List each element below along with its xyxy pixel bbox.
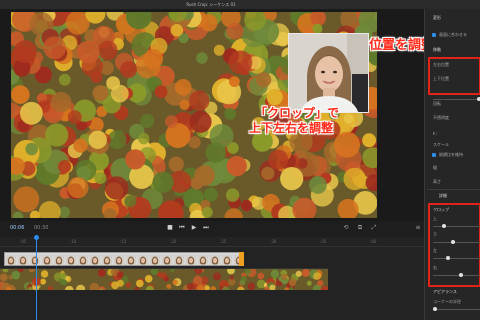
step-forward-icon[interactable]: ⏭	[202, 224, 210, 232]
corner-slider[interactable]	[433, 307, 480, 311]
menu-icon[interactable]: ≡	[414, 224, 422, 231]
crop-bottom-slider[interactable]	[433, 240, 480, 244]
crop-top-knob[interactable]	[441, 224, 446, 228]
crop-right-label: 右	[433, 265, 437, 270]
portrait-clip[interactable]	[4, 252, 243, 266]
field-pos-y-label: 上下位置	[433, 76, 449, 81]
field-opacity-label: 不透明度	[433, 115, 449, 120]
picture-in-picture-overlay[interactable]	[288, 33, 369, 113]
crop-top-label: 上	[433, 216, 437, 221]
snapshot-icon[interactable]: ⧉	[356, 224, 364, 232]
ruler-tick: :25	[220, 239, 227, 244]
fit-checkbox-label: 画面に合わせる	[439, 32, 467, 37]
field-height-label: 高さ	[433, 179, 441, 184]
crop-bottom-knob[interactable]	[450, 240, 455, 244]
video-viewer[interactable]	[0, 9, 424, 221]
playhead-handle[interactable]	[34, 235, 39, 240]
field-corner-label: コーナーの半径	[433, 299, 461, 304]
section-move: 移動	[433, 47, 441, 52]
woman-portrait-image	[289, 34, 368, 112]
ruler-tick: :05	[20, 239, 27, 244]
timeline-ruler[interactable]: :05 :10 :15 :20 :25 :30 :35 :40	[0, 237, 424, 247]
align-icons[interactable]: ⫴ ⫶	[433, 131, 437, 136]
section-detail: 詳細	[439, 193, 447, 198]
current-timecode: 00:06	[10, 225, 25, 231]
field-rotate-label: 回転	[433, 101, 441, 106]
loop-icon[interactable]: ⟲	[342, 224, 350, 231]
crop-bottom-label: 下	[433, 232, 437, 237]
annotation-crop-line2: 上下左右を調整	[249, 121, 334, 135]
window-titlebar: Rush Crop: シーケンス 01	[0, 0, 480, 9]
crop-left-slider[interactable]	[433, 256, 480, 260]
field-pos-x-label: 左右位置	[433, 62, 449, 67]
keep-ratio-label: 縦横比を維持	[439, 152, 463, 157]
field-scale-label: スケール	[433, 142, 449, 147]
fit-checkbox[interactable]	[432, 33, 436, 37]
crop-left-label: 左	[433, 248, 437, 253]
forest-clip-thumbnails	[0, 269, 328, 290]
field-width-label: 幅	[433, 165, 437, 170]
forest-clip[interactable]	[0, 268, 328, 290]
keep-ratio-checkbox[interactable]	[432, 153, 436, 157]
crop-right-slider[interactable]	[433, 273, 480, 277]
window-title: Rush Crop: シーケンス 01	[186, 2, 236, 7]
expand-icon[interactable]: ⤢	[370, 224, 378, 232]
clip-trim-handle[interactable]	[239, 252, 244, 266]
ruler-tick: :30	[270, 239, 277, 244]
stop-icon[interactable]: ■	[166, 224, 174, 231]
ruler-tick: :35	[320, 239, 327, 244]
section-transform: 変形	[433, 15, 441, 20]
ruler-tick: :20	[170, 239, 177, 244]
ruler-tick: :15	[120, 239, 127, 244]
section-crop: クロップ	[433, 207, 449, 212]
transport-bar: 00:06 00:30 ■ ⏮ ▶ ⏭ ⟲ ⧉ ⤢ ≡	[0, 221, 424, 237]
inspector-panel: 変形 画面に合わせる 移動 左右位置 上下位置 回転 不透明度 ⫴ ⫶ スケール…	[424, 9, 480, 320]
ruler-tick: :10	[70, 239, 77, 244]
rotate-slider[interactable]	[433, 97, 480, 101]
duration-timecode: 00:30	[34, 225, 49, 231]
section-appearance: アピアランス	[433, 289, 457, 294]
ruler-tick: :40	[370, 239, 377, 244]
divider	[427, 189, 480, 190]
play-icon[interactable]: ▶	[190, 224, 198, 231]
step-back-icon[interactable]: ⏮	[178, 224, 186, 232]
crop-top-slider[interactable]	[433, 224, 480, 228]
timeline[interactable]: :05 :10 :15 :20 :25 :30 :35 :40	[0, 235, 424, 320]
playhead-line[interactable]	[36, 237, 37, 320]
clip-thumbnails	[6, 255, 242, 265]
